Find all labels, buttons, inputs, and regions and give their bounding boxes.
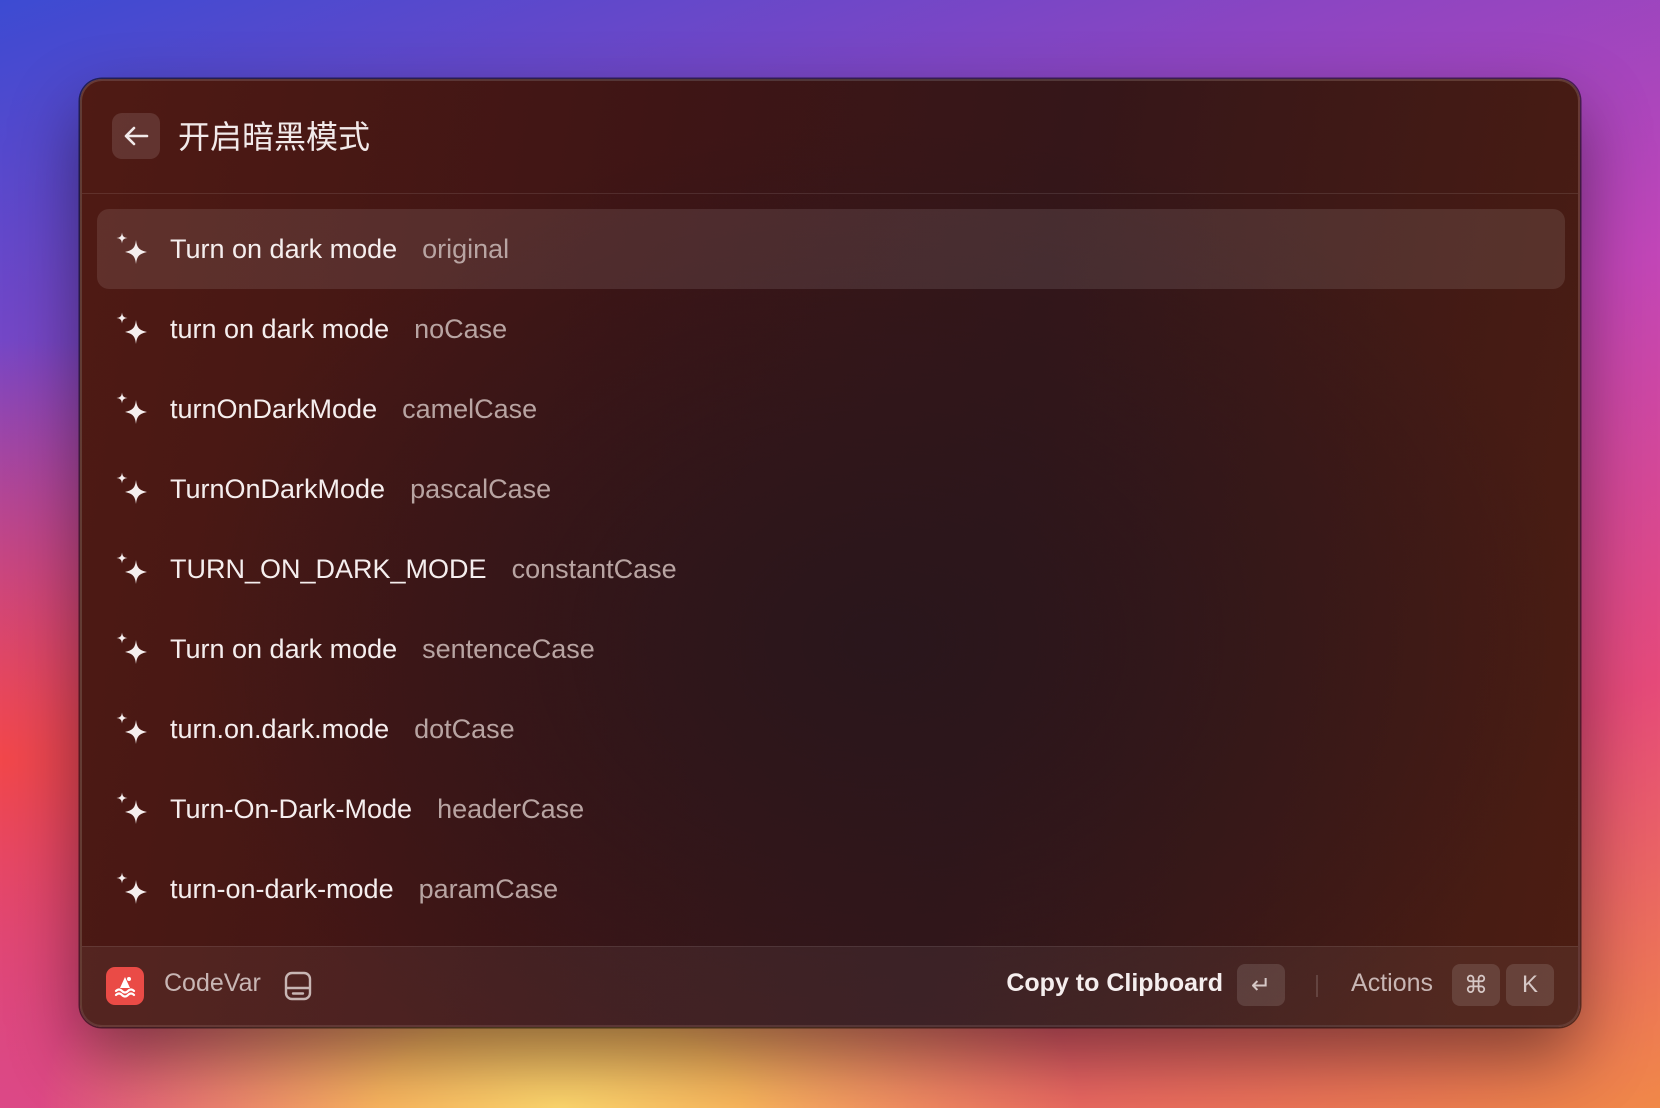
result-row[interactable]: TURN_ON_DARK_MODE constantCase: [97, 529, 1565, 609]
case-label: dotCase: [414, 713, 515, 744]
result-list: Turn on dark mode original turn on dark mo…: [97, 209, 1565, 929]
result-text: turn-on-dark-mode paramCase: [170, 874, 558, 905]
sparkles-icon: [114, 311, 152, 349]
return-key-icon: ↵: [1250, 971, 1272, 999]
result-row[interactable]: Turn-On-Dark-Mode headerCase: [97, 769, 1565, 849]
sparkles-icon: [114, 471, 152, 509]
result-row[interactable]: turnOnDarkMode camelCase: [97, 369, 1565, 449]
result-value: TURN_ON_DARK_MODE: [170, 553, 487, 584]
app-name: CodeVar: [164, 969, 261, 997]
result-row[interactable]: Turn on dark mode original: [97, 209, 1565, 289]
sparkles-icon: [114, 231, 152, 269]
result-text: turn on dark mode noCase: [170, 314, 507, 345]
copy-to-clipboard-button[interactable]: Copy to Clipboard: [1006, 969, 1223, 998]
result-text: turn.on.dark.mode dotCase: [170, 714, 515, 745]
back-button[interactable]: [112, 113, 160, 159]
k-key-label: K: [1521, 971, 1538, 998]
result-row[interactable]: Turn on dark mode sentenceCase: [97, 609, 1565, 689]
page-title: 开启暗黑模式: [178, 118, 371, 156]
result-row[interactable]: TurnOnDarkMode pascalCase: [97, 449, 1565, 529]
sparkles-icon: [114, 871, 152, 909]
header: 开启暗黑模式: [82, 81, 1578, 194]
case-label: pascalCase: [410, 473, 552, 504]
result-value: turn on dark mode: [170, 313, 390, 344]
raycast-window: 开启暗黑模式 Turn on dark mode original turn on …: [80, 79, 1580, 1027]
action-bar: CodeVar Copy to Clipboard ↵ Actions ⌘ K: [82, 946, 1578, 1025]
result-value: turnOnDarkMode: [170, 393, 378, 424]
case-label: camelCase: [402, 393, 538, 424]
result-text: TURN_ON_DARK_MODE constantCase: [170, 554, 677, 585]
result-value: turn.on.dark.mode: [170, 713, 390, 744]
result-text: Turn on dark mode sentenceCase: [170, 634, 595, 665]
sparkles-icon: [114, 791, 152, 829]
case-label: headerCase: [437, 793, 585, 824]
sparkles-icon: [114, 551, 152, 589]
result-text: turnOnDarkMode camelCase: [170, 394, 537, 425]
result-text: TurnOnDarkMode pascalCase: [170, 474, 551, 505]
command-key-hint: ⌘: [1452, 964, 1500, 1006]
case-label: paramCase: [418, 873, 559, 904]
result-row[interactable]: turn-on-dark-mode paramCase: [97, 849, 1565, 929]
arrow-left-icon: [124, 126, 149, 146]
enter-key-hint: ↵: [1237, 964, 1285, 1006]
case-label: noCase: [414, 313, 508, 344]
result-text: Turn-On-Dark-Mode headerCase: [170, 794, 584, 825]
case-label: original: [422, 233, 510, 264]
actions-button[interactable]: Actions: [1351, 969, 1433, 998]
tray-icon[interactable]: [283, 969, 313, 1003]
case-label: sentenceCase: [422, 633, 595, 664]
result-row[interactable]: turn on dark mode noCase: [97, 289, 1565, 369]
result-text: Turn on dark mode original: [170, 234, 509, 265]
result-value: TurnOnDarkMode: [170, 473, 386, 504]
k-key-hint: K: [1506, 964, 1554, 1006]
footer-divider: [1316, 975, 1318, 997]
sparkles-icon: [114, 391, 152, 429]
sparkles-icon: [114, 631, 152, 669]
result-value: Turn-On-Dark-Mode: [170, 793, 413, 824]
codevar-app-icon: [106, 967, 144, 1005]
result-value: Turn on dark mode: [170, 233, 398, 264]
result-row[interactable]: turn.on.dark.mode dotCase: [97, 689, 1565, 769]
command-key-icon: ⌘: [1464, 971, 1488, 999]
sparkles-icon: [114, 711, 152, 749]
result-value: turn-on-dark-mode: [170, 873, 394, 904]
result-value: Turn on dark mode: [170, 633, 398, 664]
case-label: constantCase: [511, 553, 677, 584]
